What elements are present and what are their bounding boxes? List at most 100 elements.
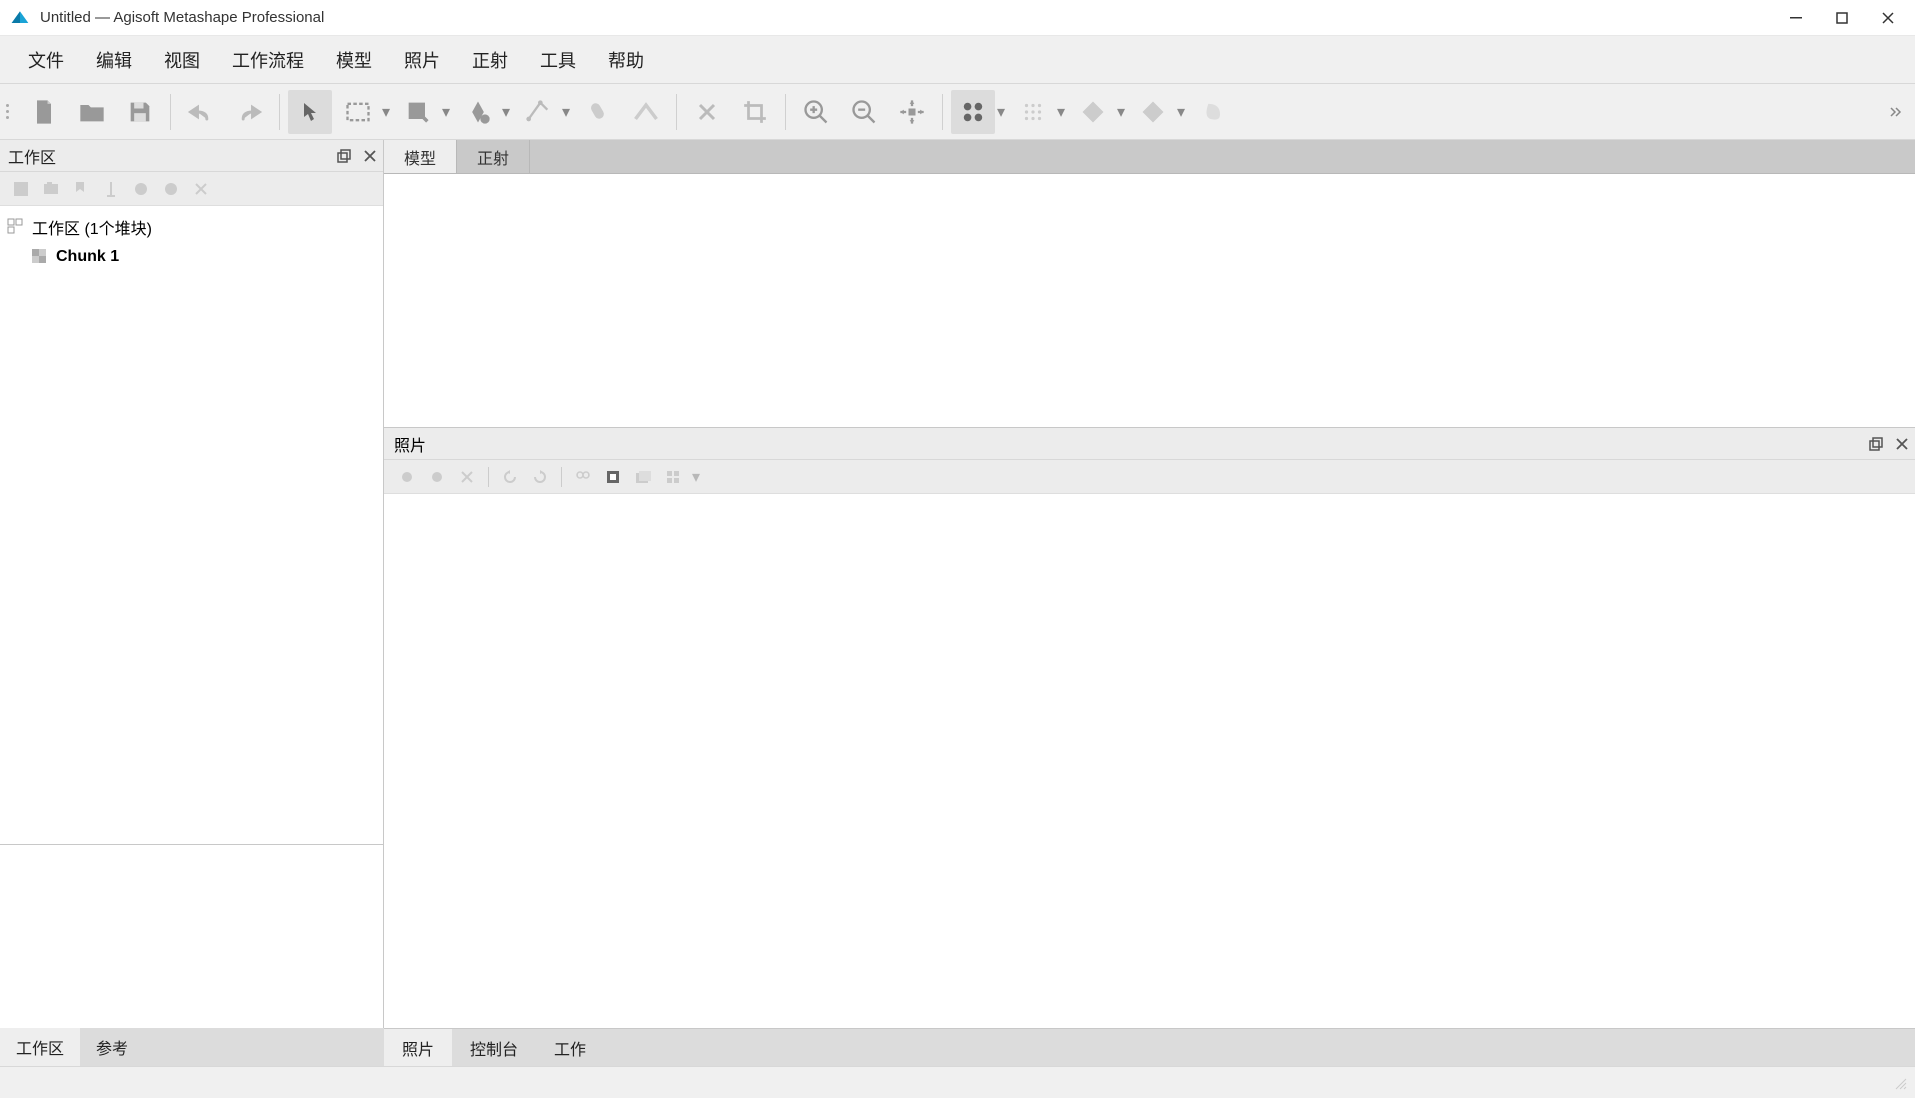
- cameras-dropdown[interactable]: ▾: [993, 90, 1009, 134]
- navigate-button[interactable]: [288, 90, 332, 134]
- crop-button[interactable]: [733, 90, 777, 134]
- photos-view-dropdown[interactable]: ▾: [688, 463, 704, 491]
- right-pane: 模型 正射 照片: [384, 140, 1915, 1066]
- select-dropdown[interactable]: ▾: [378, 90, 394, 134]
- tree-chunk-label: Chunk 1: [56, 248, 119, 266]
- photos-toolbar: ▾: [384, 460, 1915, 494]
- view-top-dropdown[interactable]: ▾: [1113, 90, 1129, 134]
- menu-edit[interactable]: 编辑: [80, 39, 148, 81]
- maximize-button[interactable]: [1819, 2, 1865, 34]
- tab-photos[interactable]: 照片: [384, 1029, 452, 1066]
- close-button[interactable]: [1865, 2, 1911, 34]
- remove-button[interactable]: [186, 175, 216, 203]
- view-front-dropdown[interactable]: ▾: [1173, 90, 1189, 134]
- view-top-button[interactable]: [1071, 90, 1115, 134]
- polyline-button[interactable]: [624, 90, 668, 134]
- region-tool-button[interactable]: [396, 90, 440, 134]
- tab-console[interactable]: 控制台: [452, 1029, 536, 1066]
- tab-workspace[interactable]: 工作区: [0, 1028, 80, 1066]
- show-cameras-button[interactable]: [951, 90, 995, 134]
- tab-ortho[interactable]: 正射: [457, 140, 530, 173]
- workspace-panel-header: 工作区: [0, 140, 383, 172]
- reset-view-button[interactable]: [890, 90, 934, 134]
- bottom-tabs: 照片 控制台 工作: [384, 1028, 1915, 1066]
- view-front-button[interactable]: [1131, 90, 1175, 134]
- window-title: Untitled — Agisoft Metashape Professiona…: [40, 9, 1773, 26]
- panel-close-button[interactable]: [357, 143, 383, 169]
- photos-remove-button[interactable]: [452, 463, 482, 491]
- tab-model[interactable]: 模型: [384, 140, 457, 173]
- add-photos-button[interactable]: [36, 175, 66, 203]
- minimize-button[interactable]: [1773, 2, 1819, 34]
- photos-grid[interactable]: [384, 494, 1915, 1028]
- menu-file[interactable]: 文件: [12, 39, 80, 81]
- delete-selection-button[interactable]: [685, 90, 729, 134]
- region-dropdown[interactable]: ▾: [438, 90, 454, 134]
- workspace-panel: 工作区 工作区 (1个堆块): [0, 140, 384, 1066]
- menu-model[interactable]: 模型: [320, 39, 388, 81]
- markers-dropdown[interactable]: ▾: [1053, 90, 1069, 134]
- ruler-dropdown[interactable]: ▾: [558, 90, 574, 134]
- toolbar-grip-icon[interactable]: [6, 94, 16, 130]
- menu-ortho[interactable]: 正射: [456, 39, 524, 81]
- save-button[interactable]: [118, 90, 162, 134]
- disable-button[interactable]: [156, 175, 186, 203]
- menu-workflow[interactable]: 工作流程: [216, 39, 320, 81]
- show-shape-button[interactable]: [1191, 90, 1235, 134]
- photos-panel: 照片 ▾: [384, 428, 1915, 1028]
- workspace-tree[interactable]: 工作区 (1个堆块) Chunk 1: [0, 206, 383, 844]
- menu-photo[interactable]: 照片: [388, 39, 456, 81]
- menubar: 文件 编辑 视图 工作流程 模型 照片 正射 工具 帮助: [0, 36, 1915, 84]
- workspace-panel-title: 工作区: [8, 144, 56, 168]
- photos-popout-button[interactable]: [1863, 431, 1889, 457]
- main-toolbar: ▾ ▾ ▾ ▾ ▾ ▾: [0, 84, 1915, 140]
- statusbar: [0, 1066, 1915, 1098]
- panel-popout-button[interactable]: [331, 143, 357, 169]
- status-resize-icon: [1885, 1071, 1915, 1095]
- photos-filter-button[interactable]: [568, 463, 598, 491]
- workspace-toolbar: [0, 172, 383, 206]
- draw-button[interactable]: [576, 90, 620, 134]
- tree-chunk[interactable]: Chunk 1: [0, 242, 383, 272]
- add-chunk-button[interactable]: [6, 175, 36, 203]
- move-dropdown[interactable]: ▾: [498, 90, 514, 134]
- enable-button[interactable]: [126, 175, 156, 203]
- photos-thumbnails-button[interactable]: [658, 463, 688, 491]
- tree-root[interactable]: 工作区 (1个堆块): [0, 212, 383, 242]
- tab-reference[interactable]: 参考: [80, 1028, 144, 1066]
- zoom-out-button[interactable]: [842, 90, 886, 134]
- tree-root-icon: [6, 217, 26, 237]
- photos-rotate-left-button[interactable]: [495, 463, 525, 491]
- photos-panel-title: 照片: [394, 432, 426, 456]
- open-button[interactable]: [70, 90, 114, 134]
- add-scalebar-button[interactable]: [96, 175, 126, 203]
- new-button[interactable]: [22, 90, 66, 134]
- photos-close-button[interactable]: [1889, 431, 1915, 457]
- titlebar: Untitled — Agisoft Metashape Professiona…: [0, 0, 1915, 36]
- app-icon: [10, 8, 30, 28]
- undo-button[interactable]: [179, 90, 223, 134]
- photos-disable-button[interactable]: [422, 463, 452, 491]
- chunk-icon: [30, 247, 50, 267]
- rectangle-select-button[interactable]: [336, 90, 380, 134]
- menu-tools[interactable]: 工具: [524, 39, 592, 81]
- photos-panel-header: 照片: [384, 428, 1915, 460]
- show-markers-button[interactable]: [1011, 90, 1055, 134]
- tree-root-label: 工作区 (1个堆块): [32, 215, 152, 239]
- redo-button[interactable]: [227, 90, 271, 134]
- view-tabs: 模型 正射: [384, 140, 1915, 174]
- left-tabs: 工作区 参考: [0, 1028, 384, 1066]
- add-marker-button[interactable]: [66, 175, 96, 203]
- move-object-button[interactable]: [456, 90, 500, 134]
- model-canvas[interactable]: [384, 174, 1915, 428]
- photos-rotate-right-button[interactable]: [525, 463, 555, 491]
- tab-jobs[interactable]: 工作: [536, 1029, 604, 1066]
- photos-depth-button[interactable]: [628, 463, 658, 491]
- photos-mask-button[interactable]: [598, 463, 628, 491]
- menu-help[interactable]: 帮助: [592, 39, 660, 81]
- ruler-button[interactable]: [516, 90, 560, 134]
- menu-view[interactable]: 视图: [148, 39, 216, 81]
- photos-enable-button[interactable]: [392, 463, 422, 491]
- toolbar-overflow-button[interactable]: [1879, 90, 1911, 134]
- zoom-in-button[interactable]: [794, 90, 838, 134]
